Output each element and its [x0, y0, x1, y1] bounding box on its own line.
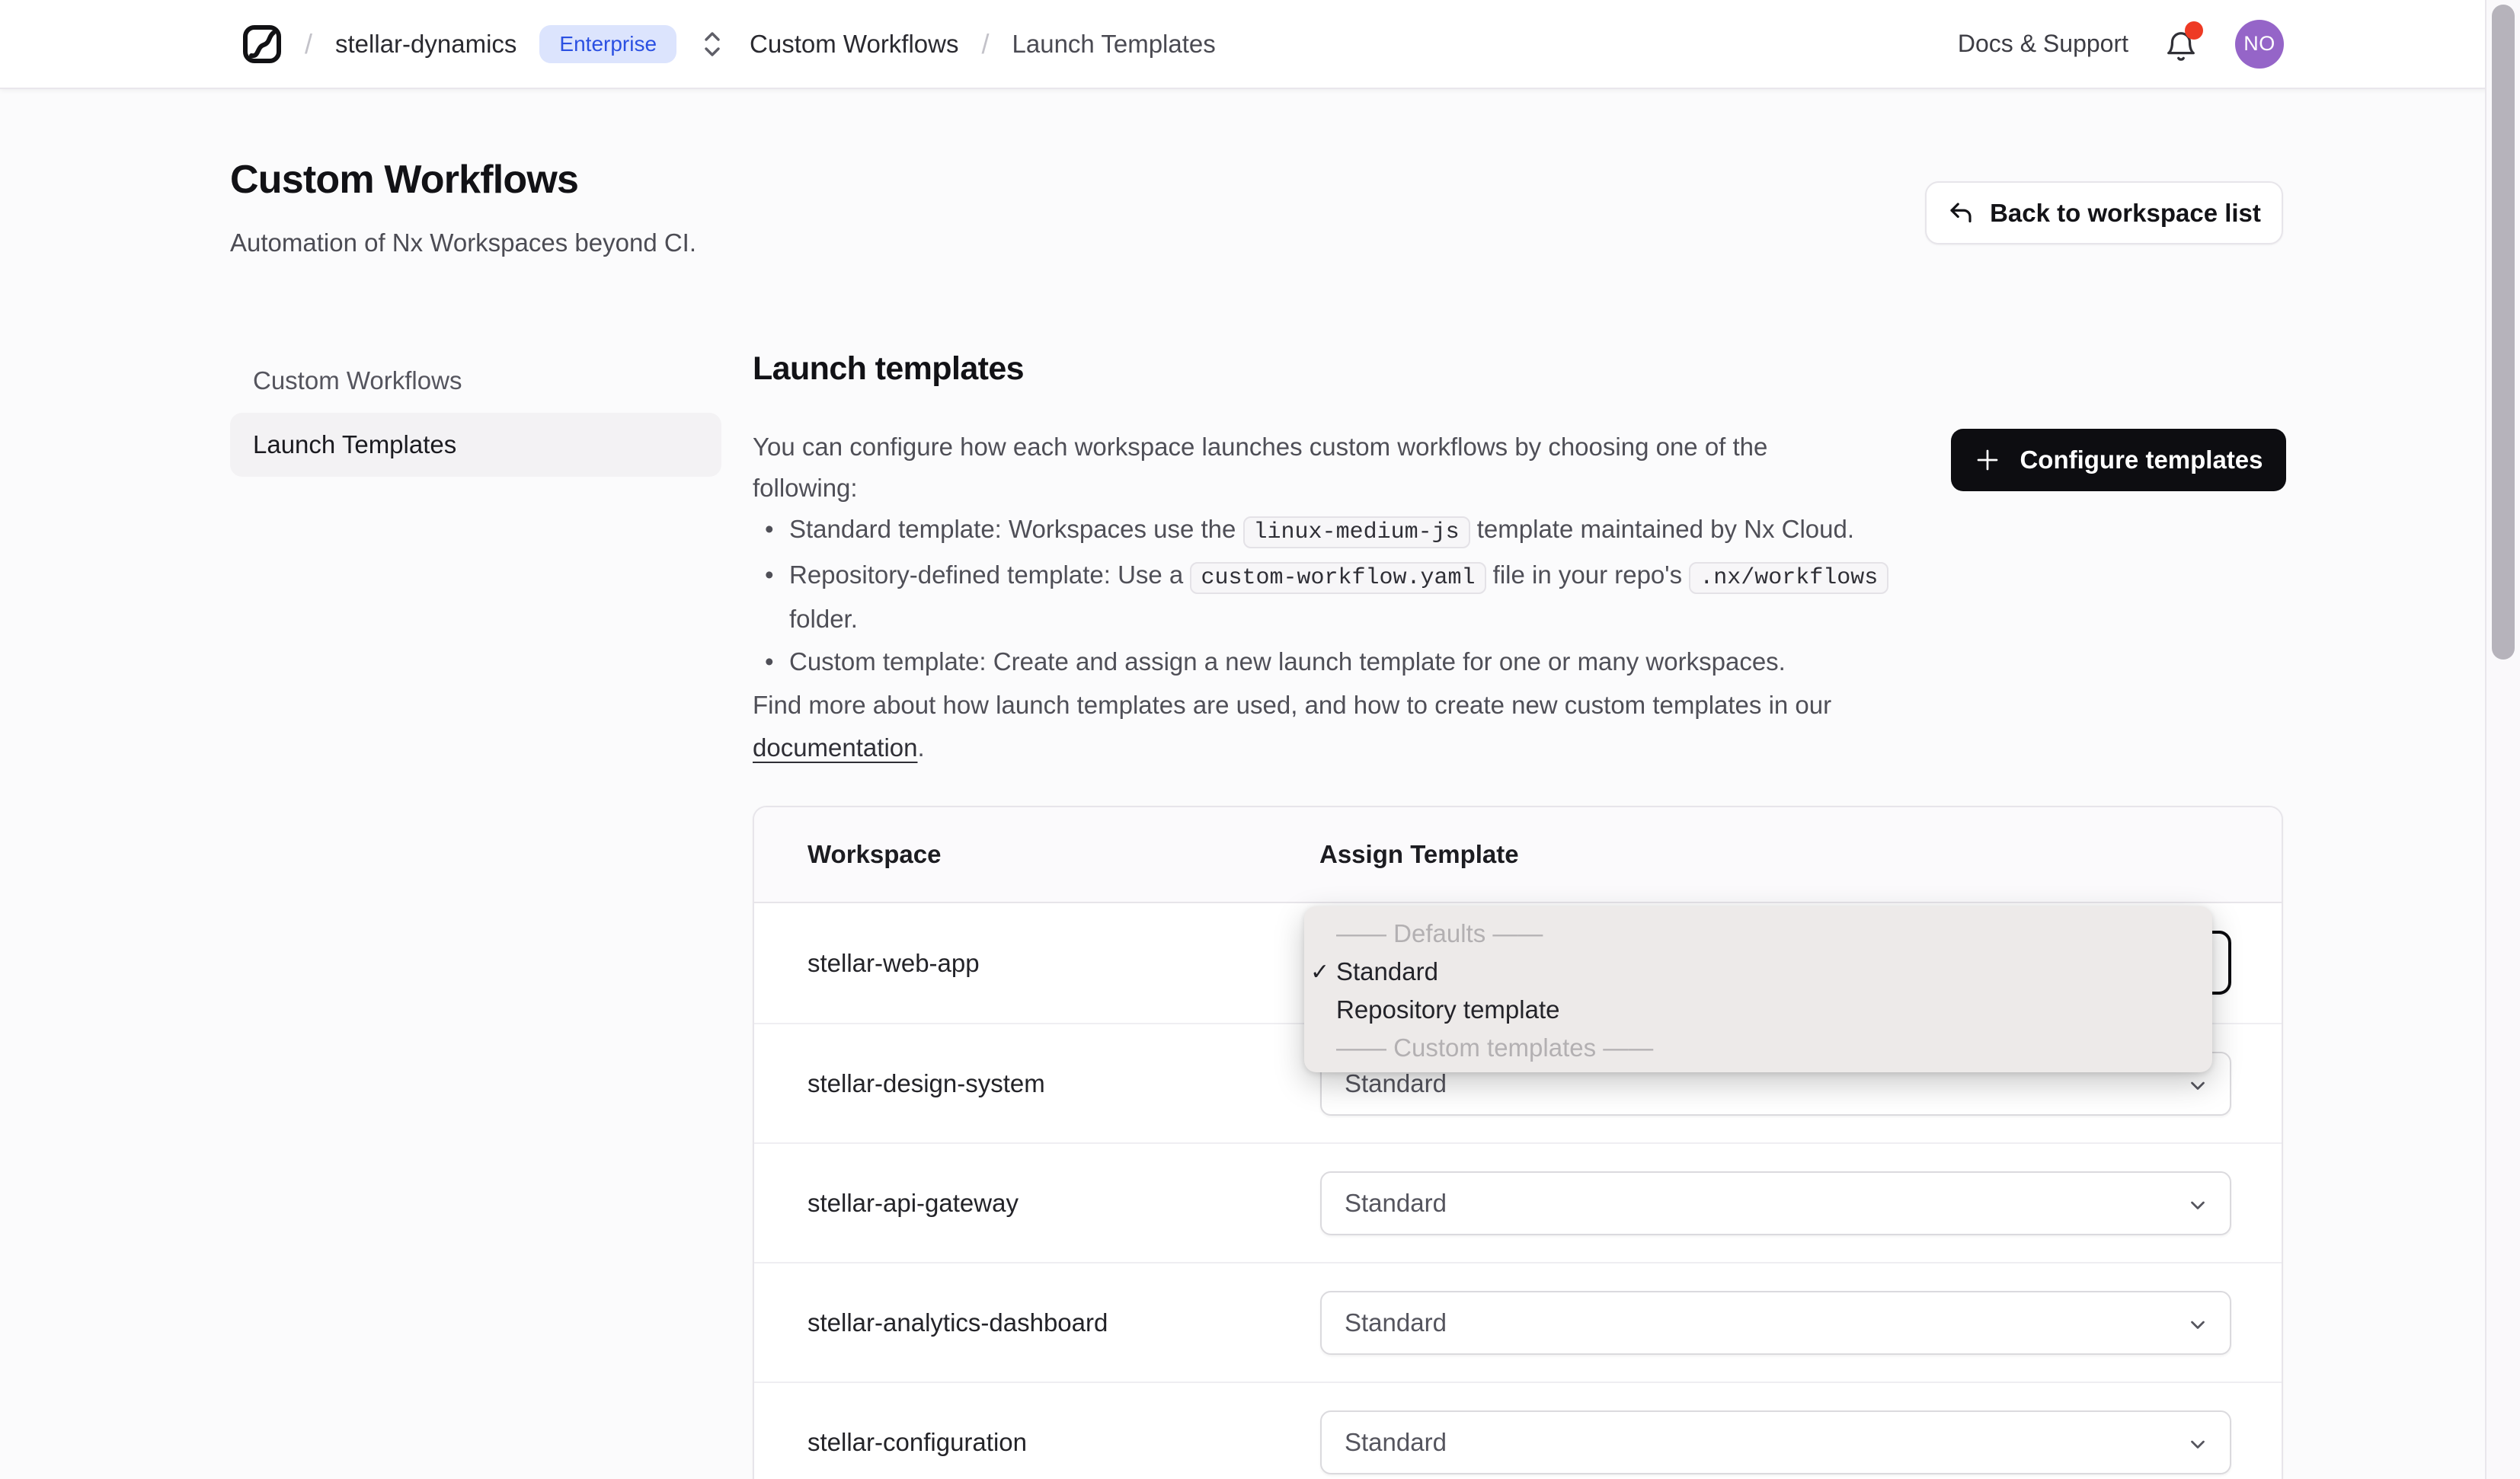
dropdown-group-custom-templates: —— Custom templates —— — [1304, 1029, 2212, 1067]
template-select[interactable]: Standard — [1320, 1171, 2231, 1235]
sidebar-item-custom-workflows[interactable]: Custom Workflows — [230, 354, 721, 407]
workspace-switcher-icon[interactable] — [699, 24, 727, 64]
bullet-text: Custom template: Create and assign a new… — [789, 647, 1786, 676]
select-value: Standard — [1345, 1428, 1447, 1456]
breadcrumb-section[interactable]: Custom Workflows — [750, 30, 958, 59]
return-arrow-icon — [1947, 200, 1975, 227]
configure-templates-button[interactable]: Configure templates — [1951, 429, 2286, 491]
dropdown-group-label: —— Defaults —— — [1336, 919, 1543, 947]
breadcrumb-separator: / — [305, 27, 313, 59]
find-more-paragraph: Find more about how launch templates are… — [753, 684, 1941, 769]
code-chip: linux-medium-js — [1242, 516, 1470, 548]
table-header: Workspace Assign Template — [754, 807, 2282, 903]
checkmark-icon: ✓ — [1310, 959, 1330, 985]
select-value: Standard — [1345, 1189, 1447, 1217]
code-chip: .nx/workflows — [1689, 562, 1889, 594]
list-item: Custom template: Create and assign a new… — [753, 641, 1972, 682]
back-button-label: Back to workspace list — [1990, 198, 2261, 227]
intro-paragraph: You can configure how each workspace lau… — [753, 426, 1941, 509]
table-row: stellar-configuration Standard — [754, 1382, 2282, 1479]
scrollbar-track — [2485, 0, 2520, 1479]
workspace-name: stellar-configuration — [807, 1427, 1027, 1456]
intro-line1: You can configure how each workspace lau… — [753, 433, 1768, 461]
chevron-down-icon — [2184, 1430, 2211, 1458]
dropdown-group-label: —— Custom templates —— — [1336, 1033, 1654, 1062]
plus-icon — [1974, 446, 2001, 474]
dropdown-option-repository-template[interactable]: Repository template — [1304, 991, 2212, 1029]
bullet-text: file in your repo's — [1485, 561, 1690, 589]
back-to-workspace-list-button[interactable]: Back to workspace list — [1925, 181, 2283, 244]
notifications-button[interactable] — [2162, 21, 2203, 64]
template-select-dropdown: —— Defaults —— ✓ Standard Repository tem… — [1304, 906, 2212, 1072]
list-item: Standard template: Workspaces use the li… — [753, 509, 1972, 553]
dropdown-option-label: Standard — [1336, 957, 1438, 985]
enterprise-badge: Enterprise — [539, 24, 677, 63]
bullet-text: template maintained by Nx Cloud. — [1469, 515, 1855, 543]
sidebar-item-launch-templates[interactable]: Launch Templates — [230, 413, 721, 477]
dropdown-option-standard[interactable]: ✓ Standard — [1304, 953, 2212, 991]
dropdown-group-defaults: —— Defaults —— — [1304, 915, 2212, 953]
dropdown-option-label: Repository template — [1336, 995, 1560, 1024]
workspace-name: stellar-web-app — [807, 948, 980, 977]
chevron-down-icon — [2184, 1072, 2211, 1099]
column-header-assign-template: Assign Template — [1319, 840, 1519, 868]
select-value: Standard — [1345, 1069, 1447, 1097]
bullet-text: folder. — [789, 605, 858, 633]
avatar[interactable]: NO — [2235, 19, 2284, 69]
configure-button-label: Configure templates — [2020, 446, 2263, 474]
template-select[interactable]: Standard — [1320, 1410, 2231, 1474]
table-row: stellar-api-gateway Standard — [754, 1142, 2282, 1262]
scrollbar-thumb[interactable] — [2492, 5, 2515, 660]
workspace-name: stellar-design-system — [807, 1069, 1045, 1097]
template-select[interactable]: Standard — [1320, 1291, 2231, 1355]
template-options-list: Standard template: Workspaces use the li… — [753, 509, 1972, 684]
breadcrumb-separator: / — [981, 27, 990, 59]
find-more-text: Find more about how launch templates are… — [753, 691, 1832, 719]
breadcrumb: / stellar-dynamics Enterprise Custom Wor… — [242, 24, 1216, 64]
section-title: Launch templates — [753, 350, 1025, 387]
find-more-suffix: . — [917, 733, 925, 762]
intro-line2: following: — [753, 474, 858, 502]
breadcrumb-org[interactable]: stellar-dynamics — [335, 30, 516, 59]
column-header-workspace: Workspace — [807, 840, 942, 868]
bullet-text: Repository-defined template: Use a — [789, 561, 1191, 589]
sidebar-item-label: Launch Templates — [253, 430, 457, 458]
page-subtitle: Automation of Nx Workspaces beyond CI. — [230, 228, 697, 257]
sidebar-item-label: Custom Workflows — [253, 366, 462, 395]
breadcrumb-page: Launch Templates — [1012, 29, 1216, 58]
documentation-link[interactable]: documentation — [753, 733, 917, 762]
select-value: Standard — [1345, 1308, 1447, 1337]
workspace-name: stellar-api-gateway — [807, 1188, 1019, 1217]
docs-support-link[interactable]: Docs & Support — [1958, 30, 2128, 58]
app-root: / stellar-dynamics Enterprise Custom Wor… — [0, 0, 2520, 1479]
table-row: stellar-analytics-dashboard Standard — [754, 1262, 2282, 1382]
chevron-down-icon — [2184, 1311, 2211, 1338]
nav-actions: Docs & Support NO — [1958, 19, 2284, 69]
chevron-down-icon — [2184, 1191, 2211, 1219]
notification-dot — [2185, 21, 2203, 40]
page-title: Custom Workflows — [230, 158, 579, 202]
top-nav: / stellar-dynamics Enterprise Custom Wor… — [0, 0, 2520, 89]
bullet-text: Standard template: Workspaces use the — [789, 515, 1243, 543]
list-item: Repository-defined template: Use a custo… — [753, 554, 1972, 640]
nx-cloud-logo-icon[interactable] — [242, 24, 282, 64]
code-chip: custom-workflow.yaml — [1190, 562, 1486, 594]
workspace-name: stellar-analytics-dashboard — [807, 1308, 1108, 1337]
